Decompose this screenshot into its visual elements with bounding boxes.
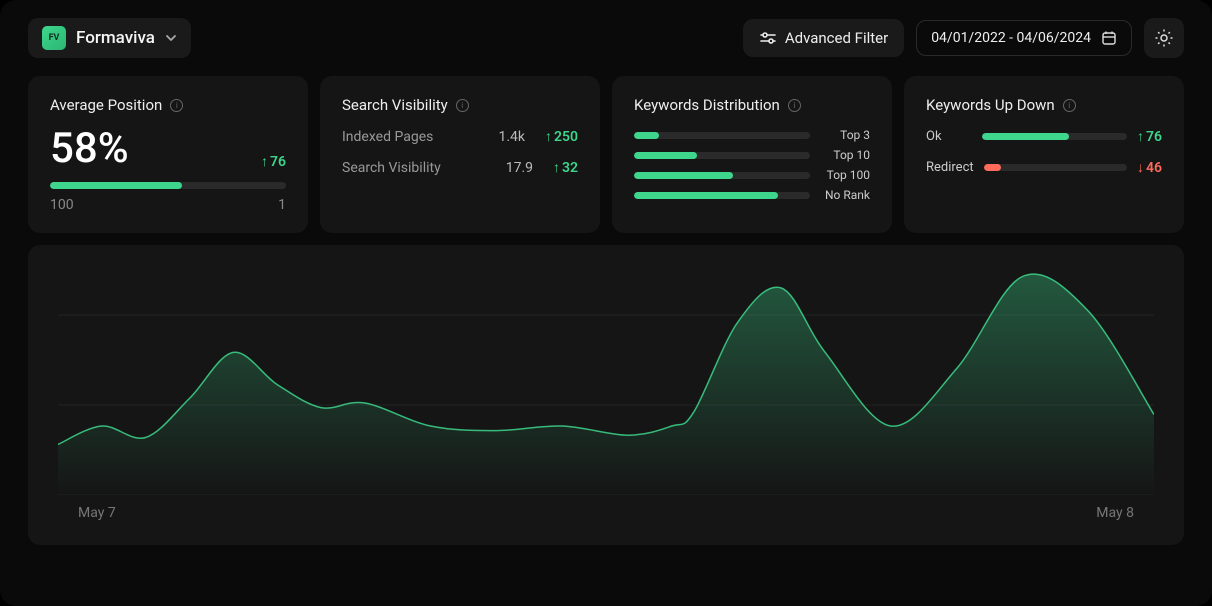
chevron-down-icon <box>165 32 177 44</box>
chart-x-start: May 7 <box>78 505 116 521</box>
arrow-down-icon: ↓ <box>1137 159 1144 176</box>
updown-delta: ↑76 <box>1137 128 1162 145</box>
metric-delta: ↑ 32 <box>553 159 578 176</box>
chart-x-end: May 8 <box>1096 505 1134 521</box>
range-high: 1 <box>278 197 286 213</box>
distribution-row: Top 3 <box>634 128 870 142</box>
card-search-visibility: Search Visibility i Indexed Pages1.4k ↑ 2… <box>320 76 600 233</box>
arrow-up-icon: ↑ <box>261 153 268 170</box>
metric-row: Indexed Pages1.4k ↑ 250 <box>342 128 578 145</box>
updown-label: Ok <box>926 129 972 144</box>
sliders-icon <box>759 29 777 47</box>
metric-label: Search Visibility <box>342 160 506 176</box>
updown-label: Redirect <box>926 160 974 175</box>
settings-button[interactable] <box>1144 18 1184 58</box>
updown-row: Ok ↑76 <box>926 128 1162 145</box>
metric-value: 17.9 <box>506 160 533 176</box>
metric-delta: ↑ 250 <box>545 128 578 145</box>
card-title: Average Position <box>50 96 162 114</box>
distribution-label: Top 10 <box>822 148 870 162</box>
card-title: Keywords Distribution <box>634 96 780 114</box>
advanced-filter-label: Advanced Filter <box>785 29 888 47</box>
card-keywords-updown: Keywords Up Down i Ok ↑76 Redirect ↓46 <box>904 76 1184 233</box>
distribution-bar <box>634 192 810 199</box>
distribution-label: Top 3 <box>822 128 870 142</box>
card-title: Search Visibility <box>342 96 448 114</box>
progress-fill <box>50 182 182 189</box>
distribution-label: Top 100 <box>822 168 870 182</box>
distribution-row: Top 100 <box>634 168 870 182</box>
updown-bar <box>982 133 1127 140</box>
distribution-row: Top 10 <box>634 148 870 162</box>
gear-icon <box>1154 28 1174 48</box>
updown-row: Redirect ↓46 <box>926 159 1162 176</box>
info-icon[interactable]: i <box>1063 99 1076 112</box>
metric-row: Search Visibility17.9 ↑ 32 <box>342 159 578 176</box>
arrow-up-icon: ↑ <box>553 159 560 176</box>
date-range-text: 04/01/2022 - 04/06/2024 <box>931 30 1091 46</box>
info-icon[interactable]: i <box>788 99 801 112</box>
arrow-up-icon: ↑ <box>1137 128 1144 145</box>
info-icon[interactable]: i <box>170 99 183 112</box>
avg-position-value: 58% <box>50 128 129 170</box>
distribution-bar <box>634 132 810 139</box>
info-icon[interactable]: i <box>456 99 469 112</box>
card-title: Keywords Up Down <box>926 96 1055 114</box>
brand-name: Formaviva <box>76 28 155 48</box>
updown-bar <box>984 164 1127 171</box>
brand-logo: FV <box>42 26 66 50</box>
updown-delta: ↓46 <box>1137 159 1162 176</box>
avg-position-progress <box>50 182 286 189</box>
distribution-row: No Rank <box>634 188 870 202</box>
metric-label: Indexed Pages <box>342 129 498 145</box>
distribution-bar <box>634 152 810 159</box>
date-range-picker[interactable]: 04/01/2022 - 04/06/2024 <box>916 20 1132 56</box>
range-low: 100 <box>50 197 74 213</box>
card-average-position: Average Position i 58% ↑76 100 1 <box>28 76 308 233</box>
metric-value: 1.4k <box>498 129 525 145</box>
distribution-bar <box>634 172 810 179</box>
card-keywords-distribution: Keywords Distribution i Top 3 Top 10 Top 1… <box>612 76 892 233</box>
brand-selector[interactable]: FV Formaviva <box>28 18 191 58</box>
calendar-icon <box>1101 30 1117 46</box>
avg-position-delta: ↑76 <box>261 153 286 170</box>
advanced-filter-button[interactable]: Advanced Filter <box>743 19 904 57</box>
chart-area-fill <box>58 274 1154 495</box>
main-chart: May 7 May 8 <box>28 245 1184 545</box>
arrow-up-icon: ↑ <box>545 128 552 145</box>
distribution-label: No Rank <box>822 188 870 202</box>
